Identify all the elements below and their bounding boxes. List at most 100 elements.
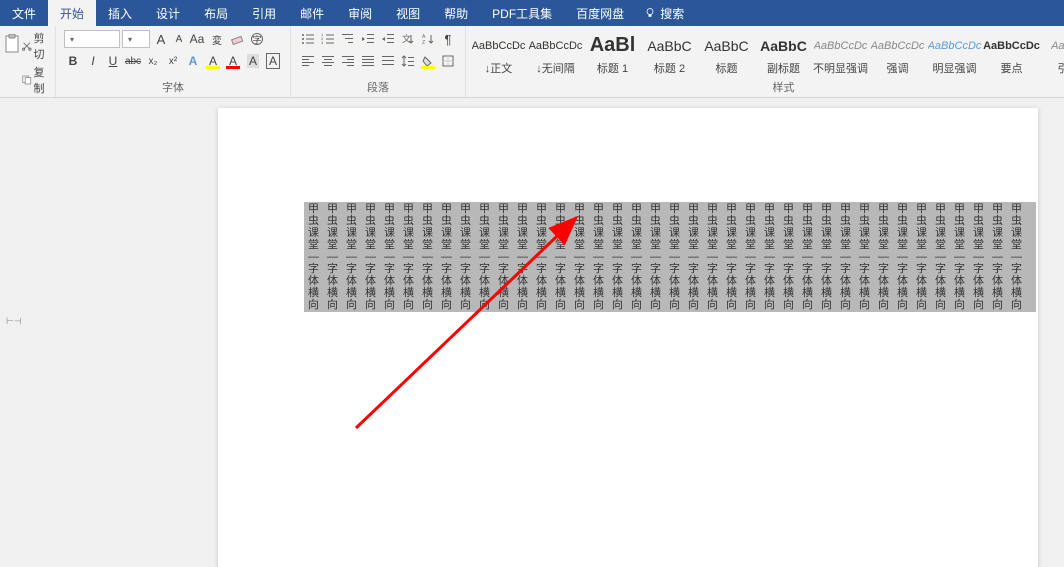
style-preview: AaBbC [1051,32,1064,60]
copy-button[interactable]: 复制 [22,64,51,96]
show-marks-button[interactable]: ¶ [439,30,457,48]
subscript-button[interactable]: x₂ [144,52,162,70]
text-column: 甲虫课堂—字体横向 [513,202,532,312]
increase-font-button[interactable]: A [152,30,170,48]
font-label: 字体 [60,79,286,97]
indent-icon [381,32,395,46]
text-column: 甲虫课堂—字体横向 [627,202,646,312]
style-item-2[interactable]: AaBl标题 1 [584,28,641,79]
cut-button[interactable]: 剪切 [22,30,51,62]
text-column: 甲虫课堂—字体横向 [703,202,722,312]
tab-layout[interactable]: 布局 [192,0,240,26]
styles-gallery[interactable]: AaBbCcDc↓正文AaBbCcDc↓无间隔AaBl标题 1AaBbC标题 2… [470,28,1064,79]
phonetic-guide-button[interactable]: 変 [208,30,226,48]
borders-button[interactable] [439,52,457,70]
tab-design[interactable]: 设计 [144,0,192,26]
selected-text-block[interactable]: 甲虫课堂—字体横向甲虫课堂—字体横向甲虫课堂—字体横向甲虫课堂—字体横向甲虫课堂… [304,202,1036,312]
line-spacing-button[interactable] [399,52,417,70]
search-box[interactable]: 搜索 [636,0,692,26]
align-center-button[interactable] [319,52,337,70]
style-item-7[interactable]: AaBbCcDc强调 [869,28,926,79]
copy-icon [22,74,32,86]
paste-icon[interactable] [4,34,20,54]
text-column: 甲虫课堂—字体横向 [570,202,589,312]
workspace: ⊢⊣ 甲虫课堂—字体横向甲虫课堂—字体横向甲虫课堂—字体横向甲虫课堂—字体横向甲… [0,98,1064,567]
enclose-char-button[interactable]: 字 [248,30,266,48]
decrease-font-button[interactable]: A [172,30,186,48]
align-right-icon [341,54,355,68]
shading-button[interactable] [419,52,437,70]
tab-references[interactable]: 引用 [240,0,288,26]
document-page[interactable]: 甲虫课堂—字体横向甲虫课堂—字体横向甲虫课堂—字体横向甲虫课堂—字体横向甲虫课堂… [218,108,1038,567]
style-item-5[interactable]: AaBbC副标题 [755,28,812,79]
bold-button[interactable]: B [64,52,82,70]
align-justify-button[interactable] [359,52,377,70]
text-column: 甲虫课堂—字体横向 [836,202,855,312]
style-preview: AaBbCcDc [814,32,868,60]
clear-format-button[interactable] [228,30,246,48]
font-family-dropdown[interactable]: ▾ [64,30,120,48]
text-column: 甲虫课堂—字体横向 [950,202,969,312]
tab-help[interactable]: 帮助 [432,0,480,26]
text-column: 甲虫课堂—字体横向 [608,202,627,312]
char-border-button[interactable]: A [264,52,282,70]
decrease-indent-button[interactable] [359,30,377,48]
increase-indent-button[interactable] [379,30,397,48]
tab-mail[interactable]: 邮件 [288,0,336,26]
align-right-button[interactable] [339,52,357,70]
char-shading-button[interactable]: A [244,52,262,70]
page-area[interactable]: 甲虫课堂—字体横向甲虫课堂—字体横向甲虫课堂—字体横向甲虫课堂—字体横向甲虫课堂… [26,98,1064,567]
underline-button[interactable]: U [104,52,122,70]
style-item-10[interactable]: AaBbC引用 [1040,28,1064,79]
style-item-3[interactable]: AaBbC标题 2 [641,28,698,79]
text-column: 甲虫课堂—字体横向 [855,202,874,312]
style-name: 标题 [716,60,738,76]
tab-pdf[interactable]: PDF工具集 [480,0,564,26]
align-distribute-button[interactable] [379,52,397,70]
strikethrough-button[interactable]: abc [124,52,142,70]
font-group: ▾ ▾ A A Aa 変 字 B I U abc x₂ x² A A A A A [56,26,291,97]
text-column: 甲虫课堂—字体横向 [665,202,684,312]
style-preview: AaBbC [647,32,691,60]
align-left-button[interactable] [299,52,317,70]
superscript-button[interactable]: x² [164,52,182,70]
align-left-icon [301,54,315,68]
bullets-button[interactable] [299,30,317,48]
multilevel-list-button[interactable] [339,30,357,48]
tab-review[interactable]: 审阅 [336,0,384,26]
font-color-button[interactable]: A [224,52,242,70]
lightbulb-icon [644,7,656,19]
text-effects-button[interactable]: A [184,52,202,70]
style-item-0[interactable]: AaBbCcDc↓正文 [470,28,527,79]
style-item-4[interactable]: AaBbC标题 [698,28,755,79]
numbering-button[interactable]: 123 [319,30,337,48]
text-column: 甲虫课堂—字体横向 [893,202,912,312]
text-column: 甲虫课堂—字体横向 [494,202,513,312]
style-name: 标题 2 [654,60,685,76]
tab-home[interactable]: 开始 [48,0,96,26]
change-case-button[interactable]: Aa [188,30,206,48]
tab-view[interactable]: 视图 [384,0,432,26]
style-preview: AaBbCcDc [472,32,526,60]
italic-button[interactable]: I [84,52,102,70]
style-name: 副标题 [767,60,800,76]
sort-icon: AZ [421,32,435,46]
tab-insert[interactable]: 插入 [96,0,144,26]
ruler-mark: ⊢⊣ [6,316,22,327]
tab-file[interactable]: 文件 [0,0,48,26]
style-item-1[interactable]: AaBbCcDc↓无间隔 [527,28,584,79]
text-column: 甲虫课堂—字体横向 [361,202,380,312]
sort-button[interactable]: AZ [419,30,437,48]
style-item-6[interactable]: AaBbCcDc不明显强调 [812,28,869,79]
font-size-dropdown[interactable]: ▾ [122,30,150,48]
text-direction-button[interactable]: 文 [399,30,417,48]
style-item-8[interactable]: AaBbCcDc明显强调 [926,28,983,79]
style-item-9[interactable]: AaBbCcDc要点 [983,28,1040,79]
paragraph-group: 123 文 AZ ¶ 段落 [291,26,466,97]
text-column: 甲虫课堂—字体横向 [779,202,798,312]
tab-baidu[interactable]: 百度网盘 [564,0,636,26]
text-column: 甲虫课堂—字体横向 [551,202,570,312]
highlight-button[interactable]: A [204,52,222,70]
align-center-icon [321,54,335,68]
style-name: 要点 [1001,60,1023,76]
